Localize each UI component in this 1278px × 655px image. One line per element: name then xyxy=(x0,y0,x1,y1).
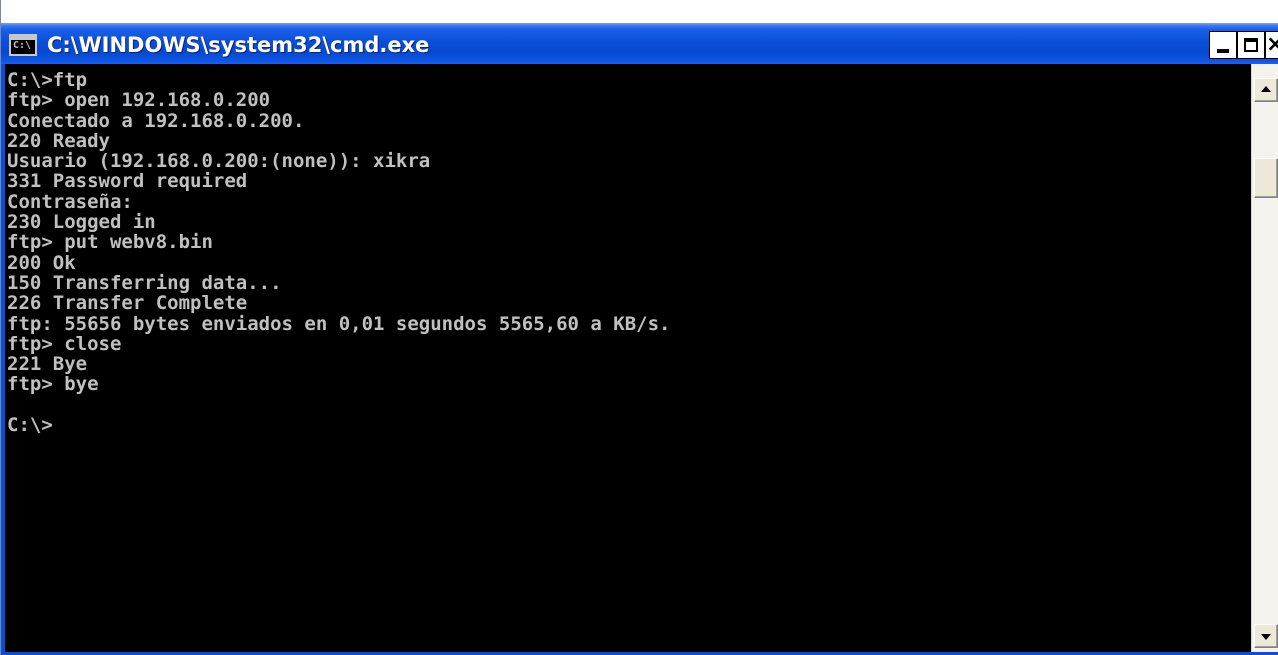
scrollbar-thumb[interactable] xyxy=(1254,158,1278,198)
console-lines: C:\>ftp ftp> open 192.168.0.200 Conectad… xyxy=(7,69,671,436)
cmd-window: C:\ C:\WINDOWS\system32\cmd.exe × C:\>ft… xyxy=(0,0,1278,655)
console-line: Contraseña: xyxy=(7,190,133,213)
console-output[interactable]: C:\>ftp ftp> open 192.168.0.200 Conectad… xyxy=(5,64,1251,652)
minimize-button[interactable] xyxy=(1209,31,1237,59)
minimize-icon xyxy=(1217,49,1229,53)
close-icon: × xyxy=(1266,32,1278,57)
title-bar[interactable]: C:\ C:\WINDOWS\system32\cmd.exe × xyxy=(1,24,1278,64)
console-line: ftp: 55656 bytes enviados en 0,01 segund… xyxy=(7,312,671,335)
arrow-up-icon xyxy=(1261,86,1271,92)
desktop-strip xyxy=(1,0,1278,24)
window-title: C:\WINDOWS\system32\cmd.exe xyxy=(47,33,430,57)
cmd-icon[interactable]: C:\ xyxy=(9,34,37,56)
maximize-button[interactable] xyxy=(1237,31,1265,59)
console-line: ftp> bye xyxy=(7,373,99,396)
close-button[interactable]: × xyxy=(1265,31,1278,59)
console-line: 221 Bye xyxy=(7,353,88,376)
console-line: Conectado a 192.168.0.200. xyxy=(7,109,305,132)
console-line: ftp> close xyxy=(7,332,122,355)
console-line: ftp> put webv8.bin xyxy=(7,231,213,254)
scroll-down-button[interactable] xyxy=(1254,624,1278,648)
arrow-down-icon xyxy=(1261,634,1271,640)
maximize-icon xyxy=(1244,38,1258,52)
console-line: 200 Ok xyxy=(7,251,76,274)
vertical-scrollbar[interactable] xyxy=(1251,64,1278,652)
console-line: 150 Transferring data... xyxy=(7,271,282,294)
console-line: 220 Ready xyxy=(7,129,110,152)
console-line: 230 Logged in xyxy=(7,211,156,234)
console-line: C:\>ftp xyxy=(7,69,88,91)
scroll-up-button[interactable] xyxy=(1254,78,1278,102)
cmd-icon-text: C:\ xyxy=(13,40,32,51)
console-prompt-line[interactable]: C:\> xyxy=(7,415,670,436)
console-line: 331 Password required xyxy=(7,170,248,193)
console-line: 226 Transfer Complete xyxy=(7,292,248,315)
console-line: ftp> open 192.168.0.200 xyxy=(7,89,271,112)
console-line: Usuario (192.168.0.200:(none)): xikra xyxy=(7,150,431,173)
